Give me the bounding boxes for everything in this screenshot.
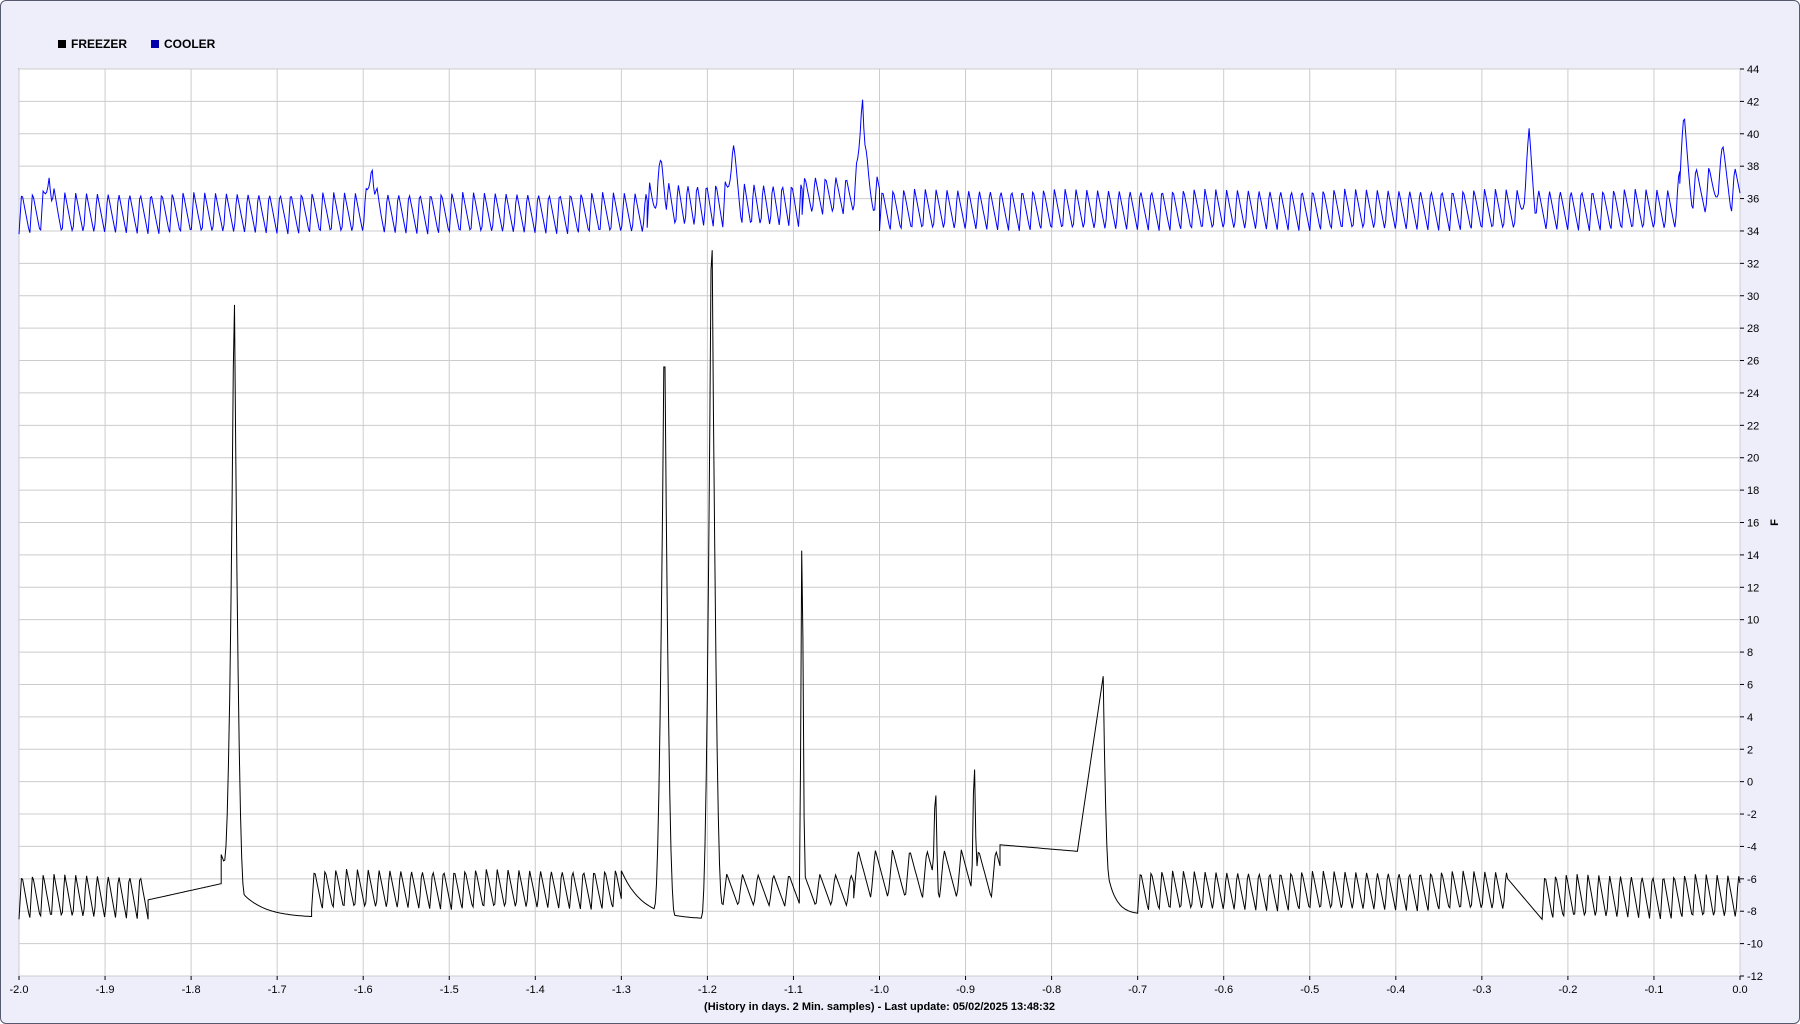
y-tick-label: 14 — [1747, 550, 1759, 562]
y-tick-label: 28 — [1747, 323, 1759, 335]
x-tick-label: -0.1 — [1644, 984, 1663, 996]
y-tick-label: 42 — [1747, 96, 1759, 108]
x-tick-label: -0.5 — [1300, 984, 1319, 996]
x-tick-label: -1.8 — [182, 984, 201, 996]
x-tick-label: -1.2 — [698, 984, 717, 996]
x-tick-label: -1.6 — [354, 984, 373, 996]
x-tick-label: -1.0 — [870, 984, 889, 996]
x-tick-label: 0.0 — [1732, 984, 1747, 996]
y-tick-label: 40 — [1747, 129, 1759, 141]
y-tick-label: 26 — [1747, 356, 1759, 368]
y-tick-label: -4 — [1747, 841, 1757, 853]
x-tick-label: -0.6 — [1214, 984, 1233, 996]
y-axis-title: F — [1769, 519, 1781, 526]
y-tick-label: 22 — [1747, 420, 1759, 432]
y-tick-label: 8 — [1747, 647, 1753, 659]
y-tick-label: -2 — [1747, 809, 1757, 821]
x-tick-label: -2.0 — [10, 984, 29, 996]
line-chart: -2.0 -1.9 -1.8 -1.7 -1.6 -1.5 -1.4 -1.3 -1.2 -1.1… — [10, 64, 1781, 1013]
y-tick-label: 24 — [1747, 388, 1759, 400]
y-tick-label: 4 — [1747, 712, 1753, 724]
y-tick-label: -10 — [1747, 939, 1763, 951]
x-axis-title: (History in days. 2 Min. samples) - Last… — [704, 1001, 1055, 1013]
y-tick-label: 2 — [1747, 744, 1753, 756]
y-tick-label: 32 — [1747, 258, 1759, 270]
y-tick-label: -6 — [1747, 874, 1757, 886]
x-tick-label: -1.4 — [526, 984, 545, 996]
y-tick-label: 20 — [1747, 453, 1759, 465]
x-tick-label: -1.7 — [268, 984, 287, 996]
x-tick-label: -1.9 — [96, 984, 115, 996]
x-tick-label: -1.3 — [612, 984, 631, 996]
x-tick-label: -1.5 — [440, 984, 459, 996]
y-tick-label: 30 — [1747, 291, 1759, 303]
x-tick-label: -0.2 — [1558, 984, 1577, 996]
y-tick-label: 10 — [1747, 615, 1759, 627]
x-axis: -2.0 -1.9 -1.8 -1.7 -1.6 -1.5 -1.4 -1.3 -1.2 -1.1… — [10, 976, 1748, 996]
y-tick-label: 0 — [1747, 777, 1753, 789]
x-tick-label: -0.4 — [1386, 984, 1405, 996]
y-tick-label: 16 — [1747, 518, 1759, 530]
y-tick-label: 18 — [1747, 485, 1759, 497]
y-tick-label: 12 — [1747, 582, 1759, 594]
x-tick-label: -1.1 — [784, 984, 803, 996]
y-tick-label: -8 — [1747, 906, 1757, 918]
y-tick-label: 34 — [1747, 226, 1759, 238]
x-tick-label: -0.3 — [1472, 984, 1491, 996]
y-tick-label: -12 — [1747, 971, 1763, 983]
x-tick-label: -0.9 — [956, 984, 975, 996]
y-tick-label: 6 — [1747, 679, 1753, 691]
x-tick-label: -0.8 — [1042, 984, 1061, 996]
y-axis: -12-10-8-6-4-202468101214161820222426283… — [1740, 64, 1763, 983]
x-tick-label: -0.7 — [1128, 984, 1147, 996]
y-tick-label: 36 — [1747, 194, 1759, 206]
y-tick-label: 38 — [1747, 161, 1759, 173]
y-tick-label: 44 — [1747, 64, 1759, 76]
